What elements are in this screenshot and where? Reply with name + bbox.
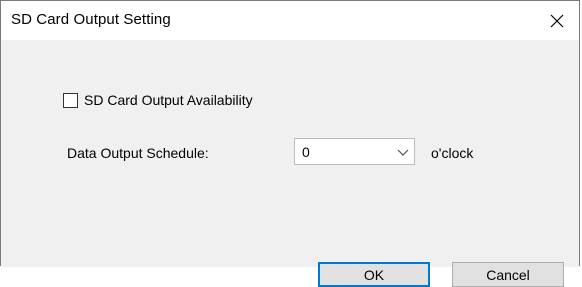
window-title: SD Card Output Setting xyxy=(11,11,171,28)
availability-row: SD Card Output Availability xyxy=(63,92,253,108)
schedule-select[interactable]: 0 xyxy=(294,138,415,165)
dialog-body: SD Card Output Availability Data Output … xyxy=(1,40,579,287)
chevron-down-icon xyxy=(397,149,409,156)
schedule-select-value: 0 xyxy=(302,144,310,160)
close-icon xyxy=(550,14,564,27)
close-button[interactable] xyxy=(535,1,579,40)
schedule-unit-label: o'clock xyxy=(431,145,474,161)
availability-label[interactable]: SD Card Output Availability xyxy=(84,92,253,108)
availability-checkbox[interactable] xyxy=(63,92,78,108)
title-bar: SD Card Output Setting xyxy=(1,1,579,40)
sd-card-output-dialog: SD Card Output Setting SD Card Output Av… xyxy=(0,0,580,287)
schedule-label: Data Output Schedule: xyxy=(67,145,209,161)
